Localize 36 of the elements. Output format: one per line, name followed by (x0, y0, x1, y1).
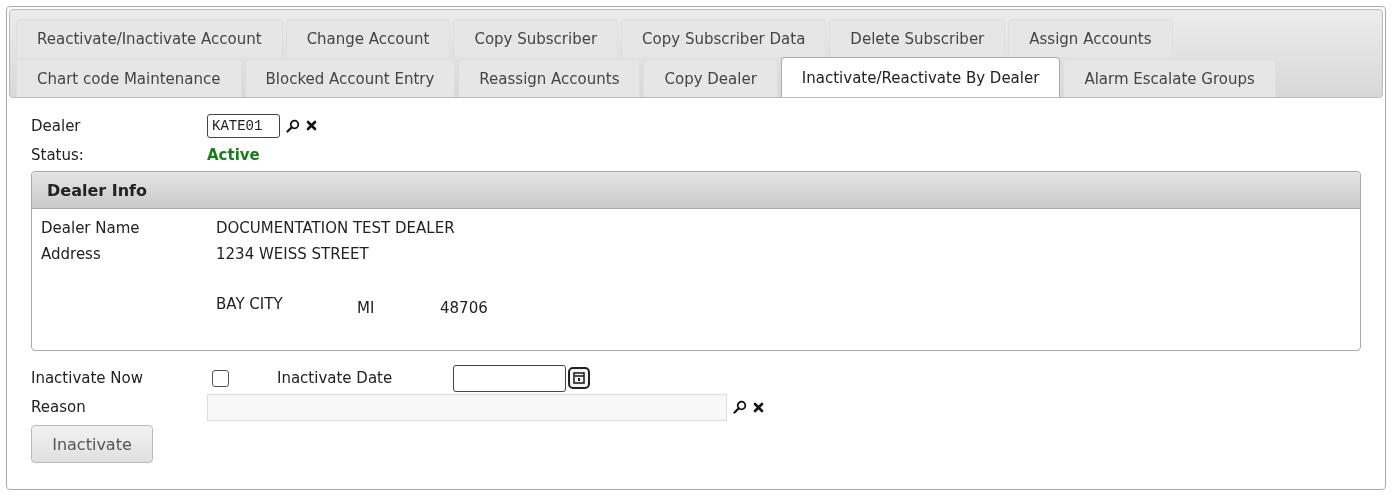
tab[interactable]: Alarm Escalate Groups (1063, 59, 1276, 97)
search-icon[interactable] (733, 400, 747, 414)
clear-icon[interactable] (306, 120, 317, 131)
checkbox[interactable] (212, 369, 229, 387)
tab[interactable]: Blocked Account Entry (244, 59, 456, 97)
tab[interactable]: Copy Subscriber (453, 19, 619, 57)
tab[interactable]: Change Account (285, 19, 451, 57)
field-label: Dealer Name (41, 219, 141, 237)
tab[interactable]: Assign Accounts (1008, 19, 1173, 57)
tab[interactable]: Chart code Maintenance (16, 59, 242, 97)
field-label: Status: (31, 146, 85, 164)
tab[interactable]: Delete Subscriber (829, 19, 1006, 57)
field-label: Inactivate Date (277, 369, 394, 387)
date-field[interactable] (453, 364, 566, 392)
tab[interactable]: Reactivate/Inactivate Account (16, 19, 283, 57)
tab[interactable]: Copy Dealer (643, 59, 778, 97)
calendar-icon[interactable] (568, 367, 590, 389)
search-icon[interactable] (286, 118, 300, 133)
clear-icon[interactable] (753, 401, 764, 413)
field-value: BAY CITY (216, 295, 284, 315)
status-value: Active (207, 146, 260, 164)
tab[interactable]: Inactivate/Reactivate By Dealer (780, 57, 1061, 97)
field-label: Inactivate Now (31, 369, 145, 387)
field-value: DOCUMENTATION TEST DEALER (216, 219, 456, 237)
inactivate-button[interactable]: Inactivate (31, 425, 153, 463)
panel-title: Dealer Info (32, 172, 1360, 209)
tab[interactable]: Reassign Accounts (458, 59, 641, 97)
field-label: Dealer (31, 116, 82, 135)
field-value: 48706 (440, 298, 488, 317)
field-label: Reason (31, 398, 87, 416)
field-label: Address (41, 245, 102, 263)
reason-field[interactable] (207, 393, 727, 421)
dealer-field[interactable]: KATE01 (207, 113, 280, 138)
tab[interactable]: Copy Subscriber Data (621, 19, 827, 57)
field-value: MI (357, 298, 376, 317)
field-value: 1234 WEISS STREET (216, 245, 370, 263)
